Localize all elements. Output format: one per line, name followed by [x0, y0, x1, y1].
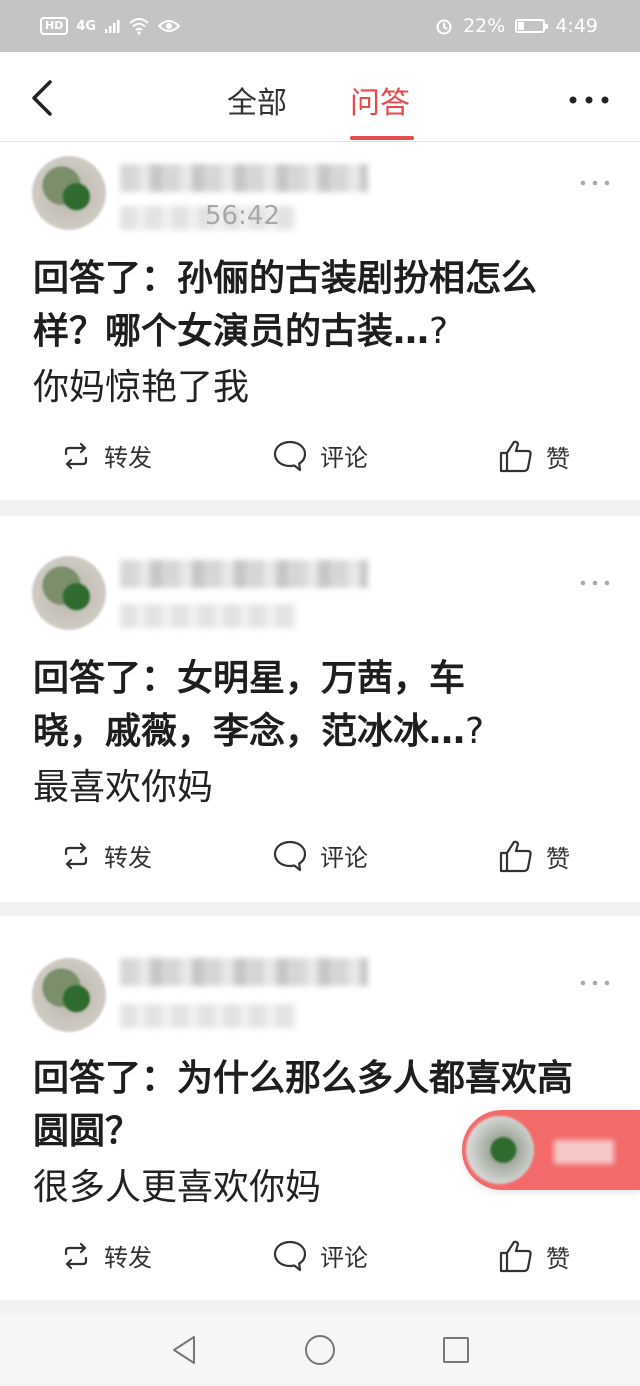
circle-home-icon — [305, 1335, 335, 1365]
forward-label: 转发 — [104, 444, 152, 472]
timestamp-blurred — [120, 1004, 296, 1028]
forward-button[interactable]: 转发 — [60, 438, 152, 473]
tab-all[interactable]: 全部 — [227, 78, 287, 122]
forward-button[interactable]: 转发 — [60, 1238, 152, 1273]
comment-button[interactable]: 评论 — [272, 1238, 368, 1273]
avatar — [466, 1116, 534, 1184]
eye-comfort-icon — [158, 20, 181, 32]
nav-home-button[interactable] — [302, 1332, 338, 1368]
card-more-button[interactable] — [580, 964, 610, 992]
answer-text[interactable]: 很多人更喜欢你妈 — [33, 1166, 321, 1210]
thumbs-up-icon — [499, 1240, 532, 1273]
floating-profile-badge[interactable] — [462, 1110, 640, 1190]
signal-icon — [105, 20, 120, 33]
thumbs-up-icon — [499, 840, 532, 873]
comment-label: 评论 — [320, 844, 368, 872]
question-title[interactable]: 回答了：孙俪的古装剧扮相怎么样？哪个女演员的古装…? — [33, 252, 593, 358]
top-nav-header: 全部 问答 — [0, 52, 640, 142]
card-more-button[interactable] — [580, 164, 610, 192]
hd-badge: HD — [40, 17, 69, 35]
avatar[interactable] — [32, 156, 106, 230]
network-indicator: 4G — [76, 18, 97, 34]
like-button[interactable]: 赞 — [498, 438, 570, 474]
question-text: 回答了：女明星，万茜，车晓，戚薇，李念，范冰冰… — [33, 658, 466, 752]
card-more-button[interactable] — [580, 564, 610, 592]
card-actions: 转发 评论 赞 — [0, 838, 640, 882]
question-mark: ? — [465, 711, 485, 752]
thumbs-up-icon — [499, 440, 532, 473]
feed-card[interactable]: 回答了：为什么那么多人都喜欢高圆圆？ 很多人更喜欢你妈 转发 评论 赞 — [0, 916, 640, 1300]
avatar[interactable] — [32, 556, 106, 630]
timestamp-blurred — [120, 604, 296, 628]
back-button[interactable] — [20, 72, 70, 122]
repost-icon — [64, 1242, 88, 1269]
like-label: 赞 — [546, 1244, 570, 1273]
comment-bubble-icon — [273, 1240, 307, 1271]
question-mark: ? — [429, 311, 449, 352]
card-actions: 转发 评论 赞 — [0, 1238, 640, 1282]
answer-text[interactable]: 最喜欢你妈 — [33, 766, 213, 810]
battery-percent: 22% — [463, 15, 506, 37]
like-button[interactable]: 赞 — [498, 1238, 570, 1274]
nav-back-button[interactable] — [166, 1332, 202, 1368]
wifi-icon — [129, 18, 149, 35]
clock: 4:49 — [555, 15, 598, 37]
triangle-back-icon — [173, 1336, 195, 1364]
comment-label: 评论 — [320, 1244, 368, 1272]
comment-bubble-icon — [273, 440, 307, 471]
more-menu-button[interactable] — [568, 86, 610, 106]
repost-icon — [64, 842, 88, 869]
ellipsis-icon — [569, 96, 609, 104]
username-blurred[interactable] — [120, 164, 368, 192]
forward-label: 转发 — [104, 844, 152, 872]
comment-bubble-icon — [273, 840, 307, 871]
comment-button[interactable]: 评论 — [272, 438, 368, 473]
battery-icon — [515, 19, 549, 33]
feed-card[interactable]: 56:42 回答了：孙俪的古装剧扮相怎么样？哪个女演员的古装…? 你妈惊艳了我 … — [0, 142, 640, 500]
status-bar: HD 4G 22% 4:49 — [0, 0, 640, 52]
answer-text[interactable]: 你妈惊艳了我 — [33, 366, 249, 410]
question-text: 回答了：孙俪的古装剧扮相怎么样？哪个女演员的古装… — [33, 258, 538, 352]
chevron-left-icon — [32, 80, 52, 116]
ellipsis-icon — [580, 180, 610, 186]
ellipsis-icon — [580, 980, 610, 986]
feed-card[interactable]: 回答了：女明星，万茜，车晓，戚薇，李念，范冰冰…? 最喜欢你妈 转发 评论 赞 — [0, 516, 640, 902]
card-actions: 转发 评论 赞 — [0, 438, 640, 482]
square-recents-icon — [443, 1337, 469, 1363]
badge-text-blurred — [554, 1140, 614, 1164]
username-blurred[interactable] — [120, 958, 368, 986]
alarm-icon — [436, 19, 452, 35]
repost-icon — [64, 442, 88, 469]
like-label: 赞 — [546, 444, 570, 473]
forward-label: 转发 — [104, 1244, 152, 1272]
tab-qa[interactable]: 问答 — [350, 78, 410, 122]
timestamp: 56:42 — [205, 201, 280, 231]
ellipsis-icon — [580, 580, 610, 586]
username-blurred[interactable] — [120, 560, 368, 588]
system-nav-bar — [0, 1314, 640, 1386]
comment-label: 评论 — [320, 444, 368, 472]
like-button[interactable]: 赞 — [498, 838, 570, 874]
nav-recents-button[interactable] — [438, 1332, 474, 1368]
like-label: 赞 — [546, 844, 570, 873]
comment-button[interactable]: 评论 — [272, 838, 368, 873]
question-title[interactable]: 回答了：女明星，万茜，车晓，戚薇，李念，范冰冰…? — [33, 652, 533, 758]
active-tab-indicator — [350, 136, 414, 140]
avatar[interactable] — [32, 958, 106, 1032]
forward-button[interactable]: 转发 — [60, 838, 152, 873]
